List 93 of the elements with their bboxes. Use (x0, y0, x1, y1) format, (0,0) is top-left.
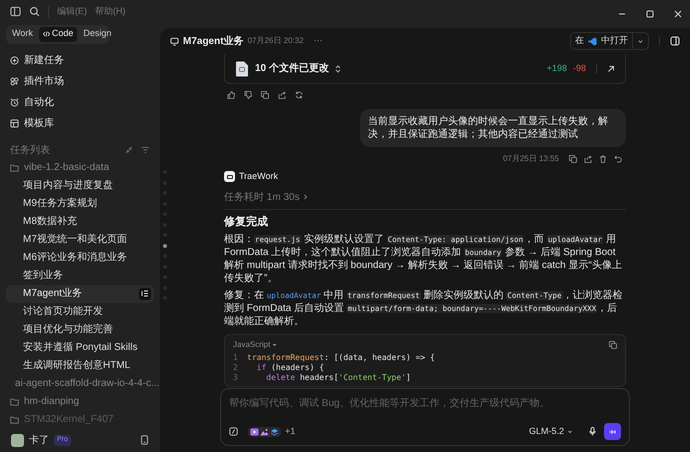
maximize-icon[interactable] (646, 10, 654, 18)
mode-tab[interactable]: Design (79, 26, 116, 42)
timestamp: 07月25日 13:55 (502, 153, 559, 165)
undo-icon[interactable] (614, 155, 622, 163)
editor-logo-icon (588, 36, 597, 46)
added-count: +198 (546, 62, 567, 75)
open-arrow-icon[interactable] (607, 64, 615, 72)
task-item[interactable]: M7视觉统一和美化页面 (6, 230, 154, 248)
monitor-icon (170, 36, 179, 46)
plugin-icon (10, 76, 19, 86)
sidebar-toggle-icon[interactable] (10, 6, 21, 18)
code-icon (42, 31, 50, 37)
task-item[interactable]: 项目优化与功能完善 (6, 320, 154, 338)
caret-icon (272, 343, 278, 347)
task-item[interactable]: 项目内容与进度复盘 (6, 176, 154, 194)
line-number: 1 (233, 353, 239, 363)
copy-icon[interactable] (609, 341, 617, 349)
task-item[interactable]: M9任务方案规划 (6, 194, 154, 212)
message-input[interactable]: 帮你编写代码、调试 Bug、优化性能等开发工作，交付生产级代码产物。 (229, 396, 621, 411)
folder-item[interactable]: hm-dianping (0, 392, 160, 410)
section-heading: 任务列表 (10, 144, 50, 158)
language-dropdown[interactable]: JavaScript (233, 339, 278, 351)
search-icon[interactable] (29, 6, 40, 18)
assistant-name: TraeWork (239, 170, 278, 183)
menu-item[interactable]: 编辑(E) (57, 5, 87, 18)
layers-icon (270, 428, 279, 436)
refresh-icon[interactable] (295, 91, 303, 99)
more-button[interactable]: ··· (314, 34, 323, 48)
folder-icon (10, 416, 19, 424)
timestamp: 07月26日 20:32 (248, 35, 304, 47)
removed-count: -98 (572, 62, 586, 75)
task-item[interactable]: M7agent业务 (6, 284, 154, 302)
thumbs-down-icon[interactable] (244, 91, 252, 99)
trash-icon[interactable] (599, 155, 607, 163)
send-button[interactable] (604, 423, 621, 440)
alarm-clock-icon (10, 98, 19, 106)
code-line: transformRequest: [(data, headers) => { (247, 353, 435, 363)
line-number: 3 (233, 373, 239, 383)
task-item[interactable]: 讨论首页功能开发 (6, 302, 154, 320)
attach-icon[interactable] (229, 427, 238, 436)
nav-item[interactable]: 自动化 (0, 92, 160, 112)
template-icon (10, 118, 19, 128)
task-duration[interactable]: 任务耗时 1m 30s (224, 190, 300, 204)
code-line: delete headers['Content-Type'] (265, 373, 411, 383)
task-item[interactable]: 安装并遵循 Ponytail Skills (6, 338, 154, 356)
caret-icon[interactable] (637, 38, 644, 44)
task-item[interactable]: M8数据补充 (6, 212, 154, 230)
line-number: 2 (233, 363, 239, 373)
response-heading: 修复完成 (224, 214, 269, 230)
folder-icon (10, 398, 19, 406)
new-task-icon (10, 56, 19, 64)
task-item[interactable]: 生成调研报告创意HTML (6, 356, 154, 374)
close-icon[interactable] (674, 10, 682, 18)
mode-tab[interactable]: Work (8, 26, 37, 42)
task-title: M7agent业务 (183, 34, 244, 48)
microphone-icon[interactable] (589, 427, 596, 436)
file-icon (235, 60, 249, 76)
copy-icon[interactable] (569, 155, 577, 163)
more-skills-count: +1 (285, 424, 296, 438)
folder-item[interactable]: vibe-1.2-basic-data (0, 158, 160, 176)
menu-item[interactable]: 帮助(H) (95, 5, 126, 18)
collapse-icon[interactable] (125, 146, 133, 154)
open-in-button[interactable]: 在 中打开 (570, 32, 649, 50)
model-selector[interactable]: GLM-5.2 (528, 424, 573, 438)
video-icon (250, 428, 259, 436)
folder-icon (10, 164, 19, 172)
changes-summary[interactable]: 10 个文件已更改 (255, 61, 329, 76)
task-item[interactable]: 签到业务 (6, 266, 154, 284)
phone-icon[interactable] (140, 435, 149, 446)
skills-group[interactable] (248, 426, 281, 436)
chevron-updown-icon[interactable] (334, 64, 341, 72)
thumbs-up-icon[interactable] (227, 91, 235, 99)
task-item[interactable]: M6评论业务和消息业务 (6, 248, 154, 266)
caret-icon (567, 428, 573, 434)
copy-icon[interactable] (261, 91, 269, 99)
mode-tab[interactable]: Code (38, 26, 78, 42)
user-message: 当前显示收藏用户头像的时候会一直显示上传失败，解决，并且保证跑通逻辑；其他内容已经通过测试 (360, 109, 626, 147)
nav-item[interactable]: 模板库 (0, 112, 160, 134)
share-icon[interactable] (584, 155, 592, 163)
folder-item[interactable]: ai-agent-scaffold-draw-io-4-4-c... (0, 374, 160, 392)
share-icon[interactable] (278, 91, 286, 99)
app-logo-icon (224, 171, 235, 182)
user-name: 卡了 (29, 434, 49, 448)
image-icon (260, 428, 269, 436)
avatar[interactable] (11, 434, 24, 447)
nav-item[interactable]: 插件市场 (0, 70, 160, 92)
list-icon[interactable] (141, 290, 149, 297)
chevron-right-icon[interactable] (302, 194, 308, 200)
filter-icon[interactable] (141, 146, 150, 154)
panel-toggle-icon[interactable] (670, 36, 680, 46)
waveform-icon (608, 428, 616, 434)
code-line: if (headers) { (256, 363, 324, 373)
nav-item[interactable]: 新建任务 (0, 50, 160, 70)
